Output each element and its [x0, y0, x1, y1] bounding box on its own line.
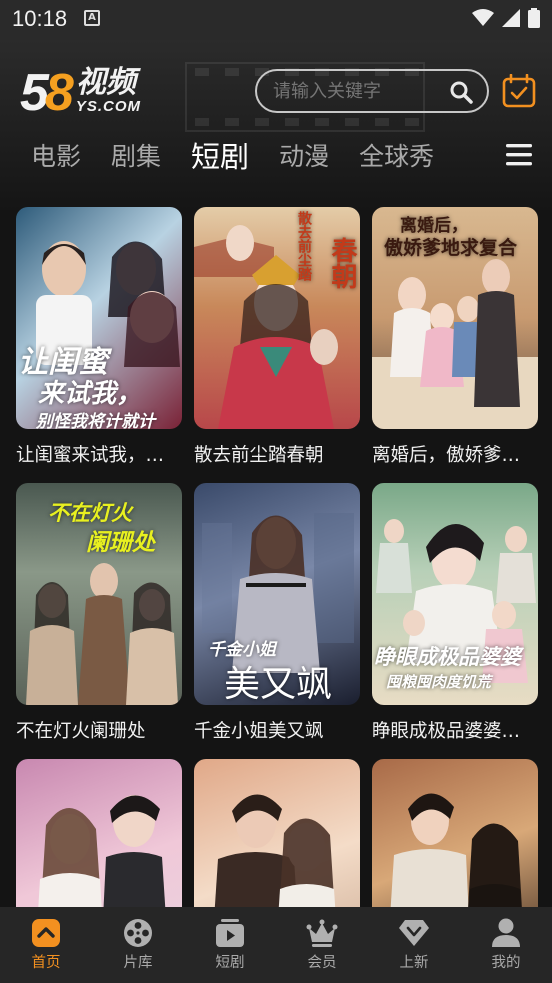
video-card[interactable]: 让闺蜜 来试我， 别怪我将计就计 让闺蜜来试我，别怪我将计就计: [16, 207, 182, 467]
play-card-icon: [216, 919, 244, 947]
tab-global-show[interactable]: 全球秀: [359, 138, 434, 178]
logo-english: YS.COM: [75, 98, 142, 115]
poster-title-line: 阑珊处: [86, 530, 155, 556]
tab-movies[interactable]: 电影: [31, 138, 81, 178]
battery-icon: [528, 8, 540, 28]
search-input[interactable]: [273, 81, 443, 102]
poster-title-line: 散去前尘踏: [296, 211, 312, 281]
logo-number-5: 5: [20, 64, 49, 122]
video-title[interactable]: 睁眼成极品婆婆，困粮囤肉度饥荒: [372, 717, 538, 743]
notification-icon: A: [84, 10, 100, 26]
video-poster[interactable]: [194, 759, 360, 907]
poster-title-line: 囤粮囤肉度饥荒: [386, 673, 492, 691]
nav-home[interactable]: 首页: [0, 907, 92, 983]
video-title[interactable]: 离婚后，傲娇爹地求复合: [372, 441, 538, 467]
search-icon[interactable]: [449, 80, 473, 104]
nav-label: 片库: [123, 955, 153, 971]
nav-label: 上新: [399, 955, 429, 971]
app-header: 5 8 视频 YS.COM 荐 电影 剧集 短剧 动漫 全球秀: [0, 40, 552, 210]
video-poster[interactable]: [372, 759, 538, 907]
nav-label: 会员: [307, 955, 337, 971]
video-card[interactable]: 不在灯火 阑珊处 不在灯火阑珊处: [16, 483, 182, 743]
video-poster[interactable]: 让闺蜜 来试我， 别怪我将计就计: [16, 207, 182, 429]
status-time: 10:18: [12, 6, 68, 31]
video-poster[interactable]: 离婚后， 傲娇爹地求复合: [372, 207, 538, 429]
poster-title-line: 美又飒: [224, 664, 333, 705]
poster-title-line: 别怪我将计就计: [36, 412, 155, 429]
tab-short-drama[interactable]: 短剧: [191, 138, 249, 178]
nav-new[interactable]: 上新: [368, 907, 460, 983]
video-title[interactable]: 不在灯火阑珊处: [16, 717, 182, 743]
app-logo[interactable]: 5 8 视频 YS.COM: [20, 64, 142, 122]
logo-text: 视频 YS.COM: [75, 65, 142, 116]
logo-chinese: 视频: [75, 65, 136, 100]
poster-art: [214, 794, 336, 907]
category-tabs: 荐 电影 剧集 短剧 动漫 全球秀: [0, 138, 500, 178]
nav-library[interactable]: 片库: [92, 907, 184, 983]
video-poster[interactable]: 睁眼成极品婆婆 囤粮囤肉度饥荒: [372, 483, 538, 705]
logo-number-8: 8: [44, 64, 74, 122]
poster-title-line: 睁眼成极品婆婆: [374, 645, 521, 669]
nav-profile[interactable]: 我的: [460, 907, 552, 983]
user-icon: [492, 918, 520, 947]
video-card[interactable]: 离婚后， 傲娇爹地求复合 离婚后，傲娇爹地求复合: [372, 207, 538, 467]
nav-label: 短剧: [215, 955, 245, 971]
video-title[interactable]: 千金小姐美又飒: [194, 717, 360, 743]
poster-art: [390, 793, 522, 907]
video-poster[interactable]: [16, 759, 182, 907]
video-poster[interactable]: 不在灯火 阑珊处: [16, 483, 182, 705]
film-reel-icon: [124, 919, 152, 947]
status-icons: [472, 8, 540, 28]
menu-icon[interactable]: [506, 143, 532, 167]
home-icon: [32, 919, 60, 947]
nav-label: 首页: [31, 955, 61, 971]
nav-label: 我的: [491, 955, 521, 971]
wifi-icon: [472, 9, 494, 26]
calendar-checkin-icon[interactable]: [502, 74, 536, 108]
video-grid: 让闺蜜 来试我， 别怪我将计就计 让闺蜜来试我，别怪我将计就计 散去前尘踏 春朝…: [16, 207, 538, 907]
signal-icon: [502, 9, 520, 27]
status-bar: 10:18 A: [0, 0, 552, 40]
poster-title-line: 傲娇爹地求复合: [384, 237, 518, 259]
video-card[interactable]: [16, 759, 182, 907]
video-title[interactable]: 让闺蜜来试我，别怪我将计就计: [16, 441, 182, 467]
video-card[interactable]: 散去前尘踏 春朝 散去前尘踏春朝: [194, 207, 360, 467]
video-poster[interactable]: 散去前尘踏 春朝: [194, 207, 360, 429]
poster-art: [38, 795, 166, 907]
video-title[interactable]: 散去前尘踏春朝: [194, 441, 360, 467]
tab-anime[interactable]: 动漫: [279, 138, 329, 178]
crown-icon: [306, 919, 338, 947]
video-card[interactable]: [372, 759, 538, 907]
poster-title-line: 来试我，: [38, 379, 143, 409]
video-card[interactable]: 睁眼成极品婆婆 囤粮囤肉度饥荒 睁眼成极品婆婆，困粮囤肉度饥荒: [372, 483, 538, 743]
video-card[interactable]: 千金小姐 美又飒 千金小姐美又飒: [194, 483, 360, 743]
video-card[interactable]: [194, 759, 360, 907]
diamond-icon: [399, 920, 429, 946]
tab-series[interactable]: 剧集: [111, 138, 161, 178]
tab-recommend[interactable]: 荐: [0, 138, 1, 178]
video-poster[interactable]: 千金小姐 美又飒: [194, 483, 360, 705]
nav-short-drama[interactable]: 短剧: [184, 907, 276, 983]
bottom-navigation: 首页 片库 短剧 会员 上新 我的: [0, 907, 552, 983]
search-bar[interactable]: [255, 69, 489, 113]
poster-title-line: 春朝: [327, 237, 357, 289]
nav-vip[interactable]: 会员: [276, 907, 368, 983]
